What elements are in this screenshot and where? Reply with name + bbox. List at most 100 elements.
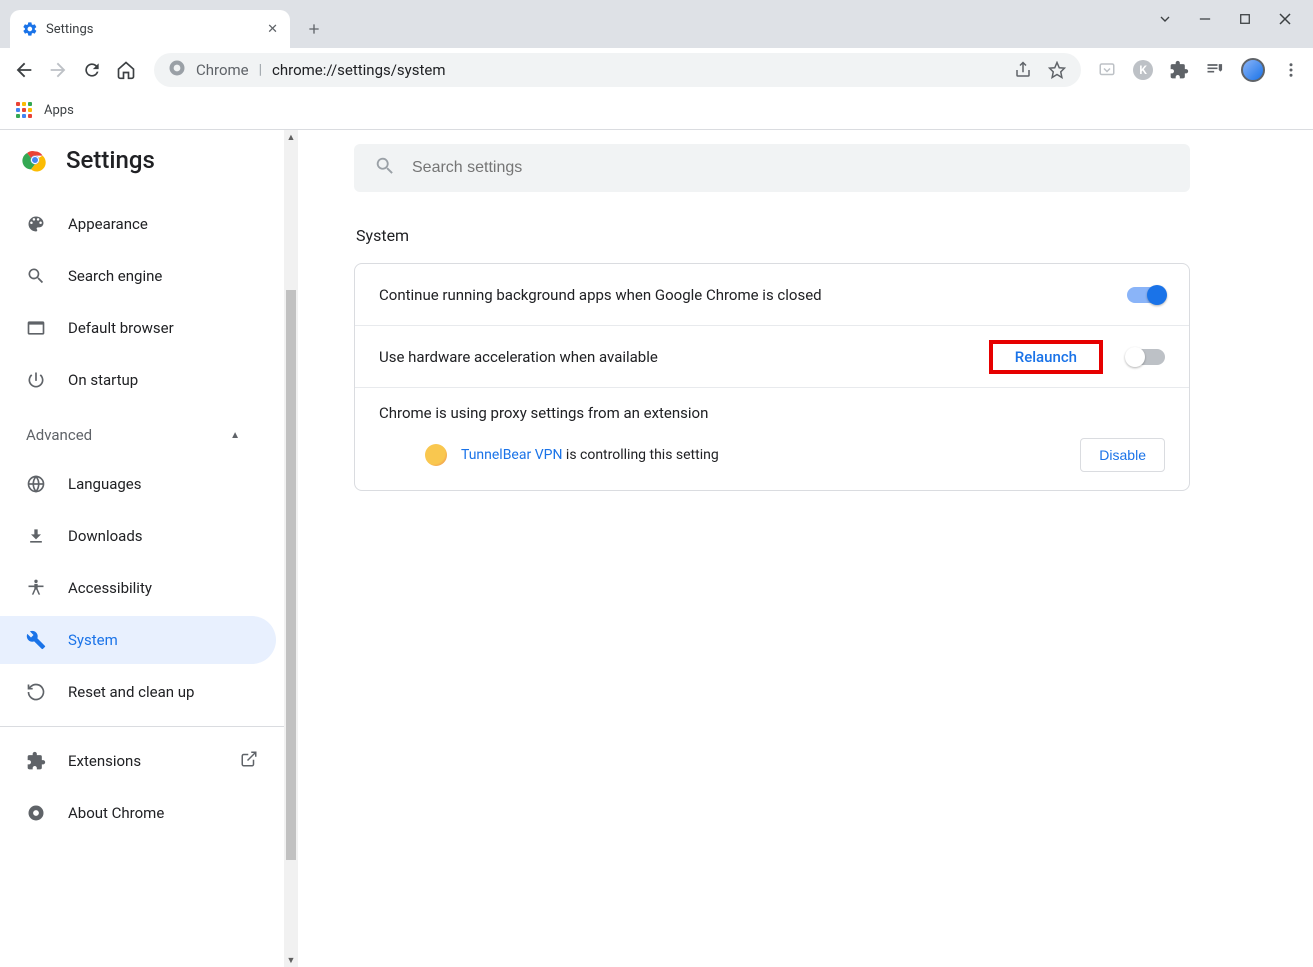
sidebar-item-label: Appearance (68, 215, 148, 233)
section-title: System (354, 226, 1190, 245)
minimize-button[interactable] (1197, 11, 1213, 27)
share-icon[interactable] (1013, 60, 1033, 80)
chevron-up-icon: ▲ (230, 430, 240, 441)
sidebar-item-label: Extensions (68, 752, 141, 770)
scrollbar-thumb[interactable] (286, 290, 296, 860)
relaunch-highlight: Relaunch (989, 340, 1103, 374)
scroll-up-arrow[interactable]: ▲ (284, 130, 298, 144)
sidebar-item-label: About Chrome (68, 804, 164, 822)
sidebar-item-appearance[interactable]: Appearance (0, 200, 276, 248)
row-label: Use hardware acceleration when available (379, 348, 989, 366)
wrench-icon (26, 630, 46, 650)
address-url: chrome://settings/system (272, 61, 445, 79)
sidebar-item-system[interactable]: System (0, 616, 276, 664)
palette-icon (26, 214, 46, 234)
row-proxy-settings: Chrome is using proxy settings from an e… (355, 388, 1189, 490)
home-button[interactable] (114, 58, 138, 82)
new-tab-button[interactable] (300, 15, 328, 43)
reading-list-icon[interactable] (1205, 60, 1225, 80)
maximize-button[interactable] (1237, 11, 1253, 27)
chrome-logo-icon (22, 147, 48, 173)
toggle-background-apps[interactable] (1127, 287, 1165, 303)
row-label: Chrome is using proxy settings from an e… (379, 404, 1165, 422)
reload-button[interactable] (80, 58, 104, 82)
relaunch-button[interactable]: Relaunch (1001, 338, 1091, 376)
settings-header: Settings (0, 130, 284, 196)
sidebar-item-default-browser[interactable]: Default browser (0, 304, 276, 352)
disable-button[interactable]: Disable (1080, 438, 1165, 472)
controlling-text: is controlling this setting (562, 447, 718, 463)
sidebar-item-languages[interactable]: Languages (0, 460, 276, 508)
address-bar[interactable]: Chrome | chrome://settings/system (154, 53, 1081, 87)
chrome-icon (168, 59, 186, 81)
user-avatar[interactable] (1241, 58, 1265, 82)
sidebar-item-search-engine[interactable]: Search engine (0, 252, 276, 300)
sidebar-item-downloads[interactable]: Downloads (0, 512, 276, 560)
tunnelbear-icon (425, 444, 447, 466)
extensions-icon[interactable] (1169, 60, 1189, 80)
sidebar-item-label: Default browser (68, 319, 174, 337)
sidebar-item-label: System (68, 631, 118, 649)
sidebar-item-on-startup[interactable]: On startup (0, 356, 276, 404)
chrome-icon (26, 803, 46, 823)
sidebar-item-label: Reset and clean up (68, 683, 194, 701)
open-in-new-icon (240, 750, 258, 772)
bookmark-bar: Apps (0, 92, 1313, 130)
advanced-label: Advanced (26, 426, 92, 444)
address-scheme-label: Chrome (196, 61, 249, 79)
pocket-icon[interactable] (1097, 60, 1117, 80)
puzzle-icon (26, 751, 46, 771)
extension-k-icon[interactable]: K (1133, 60, 1153, 80)
sidebar-item-label: Search engine (68, 267, 162, 285)
window-controls (1157, 0, 1313, 38)
menu-button[interactable] (1281, 60, 1301, 80)
sidebar-item-label: On startup (68, 371, 138, 389)
apps-grid-icon[interactable] (16, 102, 34, 120)
browser-tab[interactable]: Settings ✕ (10, 10, 290, 48)
system-card: Continue running background apps when Go… (354, 263, 1190, 491)
sidebar-item-accessibility[interactable]: Accessibility (0, 564, 276, 612)
sidebar-item-about[interactable]: About Chrome (0, 789, 276, 837)
power-icon (26, 370, 46, 390)
toggle-hardware-accel[interactable] (1127, 349, 1165, 365)
row-background-apps: Continue running background apps when Go… (355, 264, 1189, 326)
apps-label[interactable]: Apps (44, 103, 74, 118)
gear-icon (22, 21, 38, 37)
row-hardware-acceleration: Use hardware acceleration when available… (355, 326, 1189, 388)
scroll-down-arrow[interactable]: ▼ (284, 953, 298, 967)
accessibility-icon (26, 578, 46, 598)
settings-main: System Continue running background apps … (298, 130, 1313, 967)
search-icon (374, 155, 396, 181)
row-label: Continue running background apps when Go… (379, 286, 1127, 304)
search-settings-box[interactable] (354, 144, 1190, 192)
sidebar-scrollbar[interactable]: ▲ ▼ (284, 130, 298, 967)
page-title: Settings (66, 146, 155, 174)
sidebar-item-label: Languages (68, 475, 142, 493)
restore-icon (26, 682, 46, 702)
sidebar-item-extensions[interactable]: Extensions (0, 737, 276, 785)
globe-icon (26, 474, 46, 494)
tunnelbear-link[interactable]: TunnelBear VPN (461, 447, 562, 463)
close-window-button[interactable] (1277, 11, 1293, 27)
tab-title: Settings (46, 22, 259, 37)
search-settings-input[interactable] (412, 159, 1170, 177)
forward-button[interactable] (46, 58, 70, 82)
browser-toolbar: Chrome | chrome://settings/system K (0, 48, 1313, 92)
chevron-down-icon[interactable] (1157, 11, 1173, 27)
browser-icon (26, 318, 46, 338)
settings-content: Settings Appearance Search engine Defaul… (0, 130, 1313, 967)
settings-sidebar: Settings Appearance Search engine Defaul… (0, 130, 298, 967)
address-separator: | (259, 62, 262, 78)
tab-close-button[interactable]: ✕ (267, 22, 278, 37)
sidebar-item-label: Accessibility (68, 579, 152, 597)
sidebar-advanced-toggle[interactable]: Advanced ▲ (0, 408, 284, 456)
star-icon[interactable] (1047, 60, 1067, 80)
sidebar-item-label: Downloads (68, 527, 143, 545)
tab-strip: Settings ✕ (0, 0, 1313, 48)
sidebar-nav: Appearance Search engine Default browser… (0, 200, 284, 837)
back-button[interactable] (12, 58, 36, 82)
proxy-extension-text: TunnelBear VPN is controlling this setti… (461, 447, 719, 463)
divider (0, 726, 284, 727)
search-icon (26, 266, 46, 286)
sidebar-item-reset[interactable]: Reset and clean up (0, 668, 276, 716)
